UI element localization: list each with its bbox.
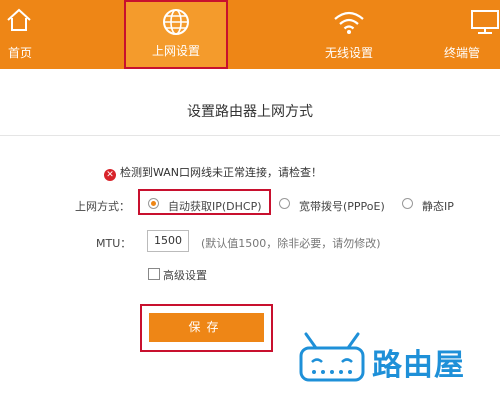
router-logo-icon — [299, 332, 365, 382]
advanced-settings-label[interactable]: 高级设置 — [163, 267, 207, 283]
option-static-ip-label[interactable]: 静态IP — [422, 198, 454, 214]
advanced-settings-checkbox[interactable] — [148, 268, 160, 280]
radio-dhcp[interactable] — [148, 198, 159, 209]
tab-home-label: 首页 — [8, 46, 33, 60]
page-title: 设置路由器上网方式 — [187, 104, 313, 120]
mtu-input[interactable]: 1500 — [147, 230, 189, 252]
monitor-icon — [471, 10, 499, 34]
connection-type-label: 上网方式： — [75, 200, 130, 213]
watermark-text: 路由屋 — [372, 348, 465, 383]
option-dhcp-label[interactable]: 自动获取IP(DHCP) — [168, 198, 262, 214]
radio-static-ip[interactable] — [402, 198, 413, 209]
error-icon: ✕ — [104, 169, 116, 181]
tab-terminal-management-label: 终端管 — [444, 46, 481, 60]
globe-icon — [163, 9, 189, 35]
error-message: ✕ 检测到WAN口网线未正常连接，请检查！ — [104, 164, 322, 181]
wifi-icon — [334, 11, 364, 34]
radio-pppoe[interactable] — [279, 198, 290, 209]
error-text: 检测到WAN口网线未正常连接，请检查！ — [120, 166, 323, 179]
home-icon — [7, 8, 31, 31]
tab-terminal-management[interactable]: 终端管 — [436, 0, 500, 69]
save-button[interactable]: 保存 — [149, 313, 264, 342]
option-pppoe-label[interactable]: 宽带拨号(PPPoE) — [299, 198, 385, 214]
tab-wireless-settings[interactable]: 无线设置 — [294, 0, 404, 69]
tab-internet-settings[interactable]: 上网设置 — [124, 0, 228, 69]
tab-internet-settings-label: 上网设置 — [151, 44, 200, 58]
mtu-hint: (默认值1500，除非必要，请勿修改) — [201, 237, 381, 250]
divider — [0, 135, 500, 136]
tab-wireless-settings-label: 无线设置 — [324, 46, 373, 60]
tab-home[interactable]: 首页 — [0, 0, 92, 69]
mtu-label: MTU： — [96, 237, 132, 250]
